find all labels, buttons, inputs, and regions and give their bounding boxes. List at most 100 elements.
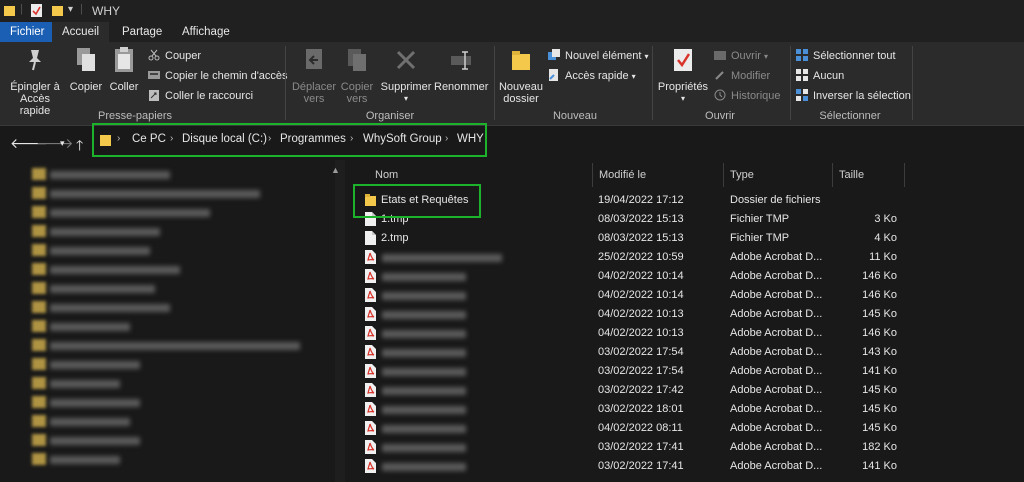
tab-fichier[interactable]: Fichier — [0, 22, 52, 42]
file-icon — [365, 231, 376, 245]
column-header-modified[interactable]: Modifié le — [599, 169, 646, 181]
up-arrow-icon[interactable]: 🡑 — [76, 135, 83, 159]
file-date: 25/02/2022 10:59 — [598, 251, 684, 263]
pdf-file-icon — [365, 250, 376, 264]
easy-access-button[interactable]: Accès rapide ▾ — [548, 67, 636, 85]
divider — [494, 46, 495, 120]
paste-button[interactable]: Coller — [106, 46, 142, 93]
select-all-label: Sélectionner tout — [813, 50, 896, 62]
copy-button[interactable]: Copier — [68, 46, 104, 93]
breadcrumb-local-disk[interactable]: Disque local (C:) — [182, 133, 267, 145]
rename-button[interactable]: Renommer — [434, 46, 488, 93]
column-header-name[interactable]: Nom — [375, 169, 398, 181]
file-size: 146 Ko — [862, 289, 897, 301]
file-row[interactable]: 04/02/2022 10:14 Adobe Acrobat D... 146 Ko — [362, 287, 922, 305]
delete-button[interactable]: Supprimer ▾ — [380, 46, 432, 105]
edit-button[interactable]: Modifier — [714, 67, 770, 85]
customize-quick-access-icon[interactable]: ▾ — [68, 4, 73, 15]
new-folder-button[interactable]: Nouveau dossier — [498, 46, 544, 105]
file-row[interactable]: 03/02/2022 17:41 Adobe Acrobat D... 141 Ko — [362, 458, 922, 476]
file-date: 04/02/2022 10:14 — [598, 289, 684, 301]
pin-label-1: Épingler à — [10, 81, 60, 93]
new-item-button[interactable]: Nouvel élément ▾ — [548, 47, 648, 65]
open-icon — [714, 51, 726, 60]
forward-arrow-icon[interactable]: 🡒 — [36, 135, 74, 152]
copy-path-button[interactable]: Copier le chemin d'accès — [148, 67, 288, 85]
file-date: 03/02/2022 17:54 — [598, 346, 684, 358]
divider[interactable] — [904, 163, 905, 187]
file-row[interactable]: 03/02/2022 17:41 Adobe Acrobat D... 182 Ko — [362, 439, 922, 457]
redacted-file-name — [382, 387, 466, 395]
file-row[interactable]: 03/02/2022 18:01 Adobe Acrobat D... 145 Ko — [362, 401, 922, 419]
new-folder-icon — [512, 51, 530, 70]
history-icon — [714, 89, 726, 101]
navigation-pane[interactable] — [0, 160, 345, 482]
file-date: 19/04/2022 17:12 — [598, 194, 684, 206]
address-bar[interactable]: › Ce PC › Disque local (C:) › Programmes… — [96, 129, 1024, 153]
history-button[interactable]: Historique — [714, 87, 781, 105]
move-to-button[interactable]: Déplacer vers — [290, 46, 338, 105]
recent-locations-chevron-icon[interactable]: ▾ — [60, 138, 65, 149]
new-folder-icon[interactable] — [52, 4, 63, 17]
folder-icon — [100, 135, 111, 146]
invert-selection-button[interactable]: Inverser la sélection — [796, 87, 911, 105]
redacted-file-name — [382, 254, 502, 262]
properties-icon — [674, 49, 692, 71]
edit-icon — [715, 71, 724, 80]
chevron-down-icon: ▾ — [403, 94, 408, 103]
divider[interactable] — [832, 163, 833, 187]
open-button[interactable]: Ouvrir ▾ — [714, 47, 768, 65]
redacted-file-name — [382, 349, 466, 357]
file-row[interactable]: 03/02/2022 17:42 Adobe Acrobat D... 145 Ko — [362, 382, 922, 400]
file-type: Adobe Acrobat D... — [730, 289, 823, 301]
breadcrumb-ce-pc[interactable]: Ce PC — [132, 133, 166, 145]
file-row[interactable]: 25/02/2022 10:59 Adobe Acrobat D... 11 Ko — [362, 249, 922, 267]
pdf-file-icon — [365, 288, 376, 302]
breadcrumb-whysoft-group[interactable]: WhySoft Group — [363, 133, 442, 145]
tab-accueil[interactable]: Accueil — [52, 22, 110, 42]
redacted-file-name — [382, 444, 466, 452]
file-row[interactable]: 04/02/2022 10:13 Adobe Acrobat D... 145 Ko — [362, 306, 922, 324]
divider[interactable] — [592, 163, 593, 187]
ribbon-tabs: Fichier Accueil Partage Affichage — [0, 22, 1024, 42]
select-all-button[interactable]: Sélectionner tout — [796, 47, 896, 65]
tab-partage[interactable]: Partage — [112, 22, 172, 42]
pdf-file-icon — [365, 345, 376, 359]
properties-icon[interactable] — [31, 4, 42, 17]
file-row[interactable]: 04/02/2022 10:13 Adobe Acrobat D... 146 Ko — [362, 325, 922, 343]
pdf-file-icon — [365, 421, 376, 435]
file-row[interactable]: 2.tmp 08/03/2022 15:13 Fichier TMP 4 Ko — [362, 230, 922, 248]
select-none-button[interactable]: Aucun — [796, 67, 844, 85]
column-header-type[interactable]: Type — [730, 169, 754, 181]
redacted-file-name — [382, 406, 466, 414]
copy-to-button[interactable]: Copier vers — [338, 46, 376, 105]
file-type: Adobe Acrobat D... — [730, 460, 823, 472]
scissors-icon — [148, 49, 160, 61]
divider[interactable] — [723, 163, 724, 187]
cut-button[interactable]: Couper — [148, 47, 201, 65]
breadcrumb-programmes[interactable]: Programmes — [280, 133, 346, 145]
breadcrumb-why[interactable]: WHY — [457, 133, 484, 145]
tab-affichage[interactable]: Affichage — [172, 22, 240, 42]
new-folder-label-2: dossier — [503, 93, 539, 105]
file-row[interactable]: 04/02/2022 10:14 Adobe Acrobat D... 146 Ko — [362, 268, 922, 286]
file-row[interactable]: 03/02/2022 17:54 Adobe Acrobat D... 143 Ko — [362, 344, 922, 362]
title-bar: | ▾ | WHY — [0, 0, 1024, 22]
navigation-pane-scrollbar[interactable] — [335, 160, 345, 482]
pin-quick-access-button[interactable]: Épingler à Accès rapide — [4, 46, 66, 117]
column-header-size[interactable]: Taille — [839, 169, 864, 181]
file-type: Fichier TMP — [730, 213, 790, 225]
file-row[interactable]: 03/02/2022 17:54 Adobe Acrobat D... 141 Ko — [362, 363, 922, 381]
properties-button[interactable]: Propriétés ▾ — [656, 46, 710, 105]
rename-label: Renommer — [434, 81, 489, 93]
open-label: Ouvrir — [731, 50, 761, 62]
chevron-down-icon: ▾ — [631, 72, 636, 81]
file-size: 145 Ko — [862, 384, 897, 396]
file-row[interactable]: 04/02/2022 08:11 Adobe Acrobat D... 145 Ko — [362, 420, 922, 438]
copy-label: Copier — [69, 81, 103, 93]
redacted-file-name — [382, 292, 466, 300]
move-to-label-2: vers — [303, 93, 325, 105]
chevron-right-icon: › — [117, 133, 121, 144]
paste-shortcut-button[interactable]: Coller le raccourci — [148, 87, 253, 105]
scroll-up-icon[interactable]: ▲ — [331, 165, 340, 175]
